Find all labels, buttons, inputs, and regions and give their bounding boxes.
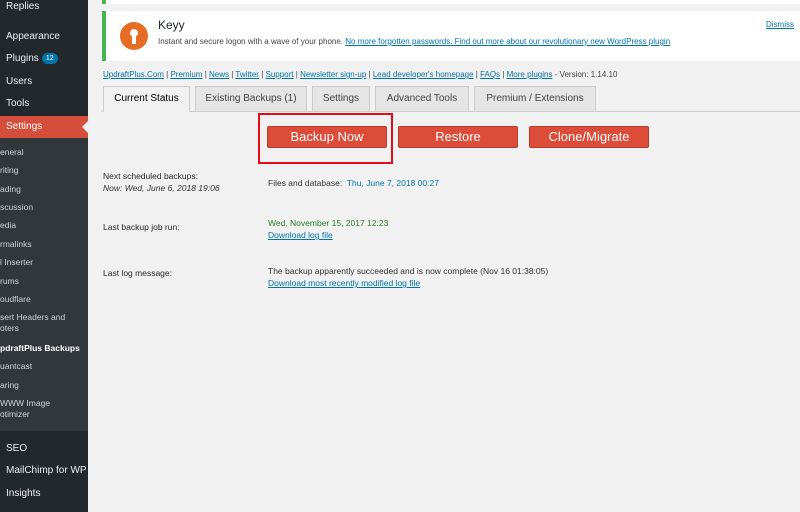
link-support[interactable]: Support [266,70,294,79]
tab-advanced-tools[interactable]: Advanced Tools [375,86,469,112]
tab-settings[interactable]: Settings [312,86,370,112]
dismiss-link[interactable]: Dismiss [766,20,794,29]
submenu-item-insert-headers-footers[interactable]: sert Headers and oters [0,312,70,334]
files-database-label: Files and database: [268,178,343,188]
sidebar-item-plugins[interactable]: Plugins 12 [0,48,88,70]
sidebar-item-label: SEO [6,443,28,454]
restore-button[interactable]: Restore [398,126,518,148]
download-log-row: Download log file [268,230,333,240]
sidebar-item-tools[interactable]: Tools [0,93,88,115]
link-twitter[interactable]: Twitter [235,70,259,79]
notice-description: Instant and secure logon with a wave of … [158,37,344,46]
next-scheduled-now: Now: Wed, June 6, 2018 19:06 [103,183,220,193]
link-premium[interactable]: Premium [170,70,202,79]
link-more-plugins[interactable]: More plugins [507,70,553,79]
sidebar-item-label: Plugins [6,53,39,64]
tab-premium-extensions[interactable]: Premium / Extensions [474,86,596,112]
sidebar-item-replies[interactable]: Replies [0,0,88,18]
sidebar-item-mailchimp[interactable]: MailChimp for WP [0,460,88,482]
sidebar-item-insights[interactable]: Insights [0,483,88,505]
download-log-link[interactable]: Download log file [268,230,333,240]
files-database-row: Files and database: Thu, June 7, 2018 00… [268,178,439,188]
tab-existing-backups[interactable]: Existing Backups (1) [195,86,307,112]
submenu-item-sharing[interactable]: aring [0,380,88,391]
sidebar-item-settings[interactable]: Settings [0,116,88,138]
download-recent-log-link[interactable]: Download most recently modified log file [268,278,420,288]
plugins-update-badge: 12 [41,53,58,64]
last-backup-date: Wed, November 15, 2017 12:23 [268,218,389,228]
files-database-date: Thu, June 7, 2018 00:27 [346,178,439,188]
notice-link[interactable]: No more forgotten passwords. Find out mo… [345,37,670,46]
sidebar-item-label: MailChimp for WP [6,465,87,476]
link-faqs[interactable]: FAQs [480,70,500,79]
settings-submenu: eneral riting ading scussion edia rmalin… [0,138,88,431]
keyy-logo-icon [120,22,148,50]
last-backup-label: Last backup job run: [103,222,180,232]
sidebar-item-appearance[interactable]: Appearance [0,26,88,48]
link-news[interactable]: News [209,70,229,79]
last-log-label: Last log message: [103,268,172,278]
sidebar-item-label: Settings [6,121,43,132]
submenu-item-forums[interactable]: rums [0,276,88,287]
sidebar-item-label: Insights [6,488,41,499]
sidebar-item-label: Appearance [6,31,60,42]
previous-notice [102,0,800,4]
submenu-item-cloudflare[interactable]: oudflare [0,294,88,305]
link-newsletter[interactable]: Newsletter sign-up [300,70,366,79]
download-recent-log-row: Download most recently modified log file [268,278,420,288]
submenu-item-media[interactable]: edia [0,220,88,231]
next-scheduled-label: Next scheduled backups: [103,171,198,181]
clone-migrate-button[interactable]: Clone/Migrate [529,126,649,148]
tab-current-status[interactable]: Current Status [103,86,190,112]
submenu-item-writing[interactable]: riting [0,165,88,176]
sidebar-item-seo[interactable]: SEO [0,438,88,460]
submenu-item-image-optimizer[interactable]: WWW Image otimizer [0,398,60,420]
sidebar-item-users[interactable]: Users [0,71,88,93]
notice-text: Instant and secure logon with a wave of … [158,37,670,46]
current-time: Now: Wed, June 6, 2018 19:06 [103,183,220,193]
submenu-item-general[interactable]: eneral [0,147,88,158]
sidebar-item-label: Tools [6,98,30,109]
plugin-version: - Version: 1.14.10 [554,70,618,79]
submenu-item-updraftplus[interactable]: pdraftPlus Backups [0,343,88,354]
submenu-item-reading[interactable]: ading [0,184,88,195]
link-lead-developer[interactable]: Lead developer's homepage [373,70,474,79]
notice-title: Keyy [158,18,185,32]
submenu-item-permalinks[interactable]: rmalinks [0,239,88,250]
last-log-text: The backup apparently succeeded and is n… [268,266,549,276]
admin-sidebar: Replies Appearance Plugins 12 Users Tools… [0,0,88,512]
sidebar-item-label: Replies [6,1,40,12]
submenu-item-inserter[interactable]: l Inserter [0,257,88,268]
backup-now-button[interactable]: Backup Now [267,126,387,148]
submenu-item-quantcast[interactable]: uantcast [0,361,88,372]
link-updraftplus-com[interactable]: UpdraftPlus.Com [103,70,164,79]
plugin-links-row: UpdraftPlus.Com | Premium | News | Twitt… [103,70,618,79]
keyy-notice: Keyy Instant and secure logon with a wav… [102,11,800,61]
sidebar-item-label: Users [6,76,33,87]
submenu-item-discussion[interactable]: scussion [0,202,88,213]
